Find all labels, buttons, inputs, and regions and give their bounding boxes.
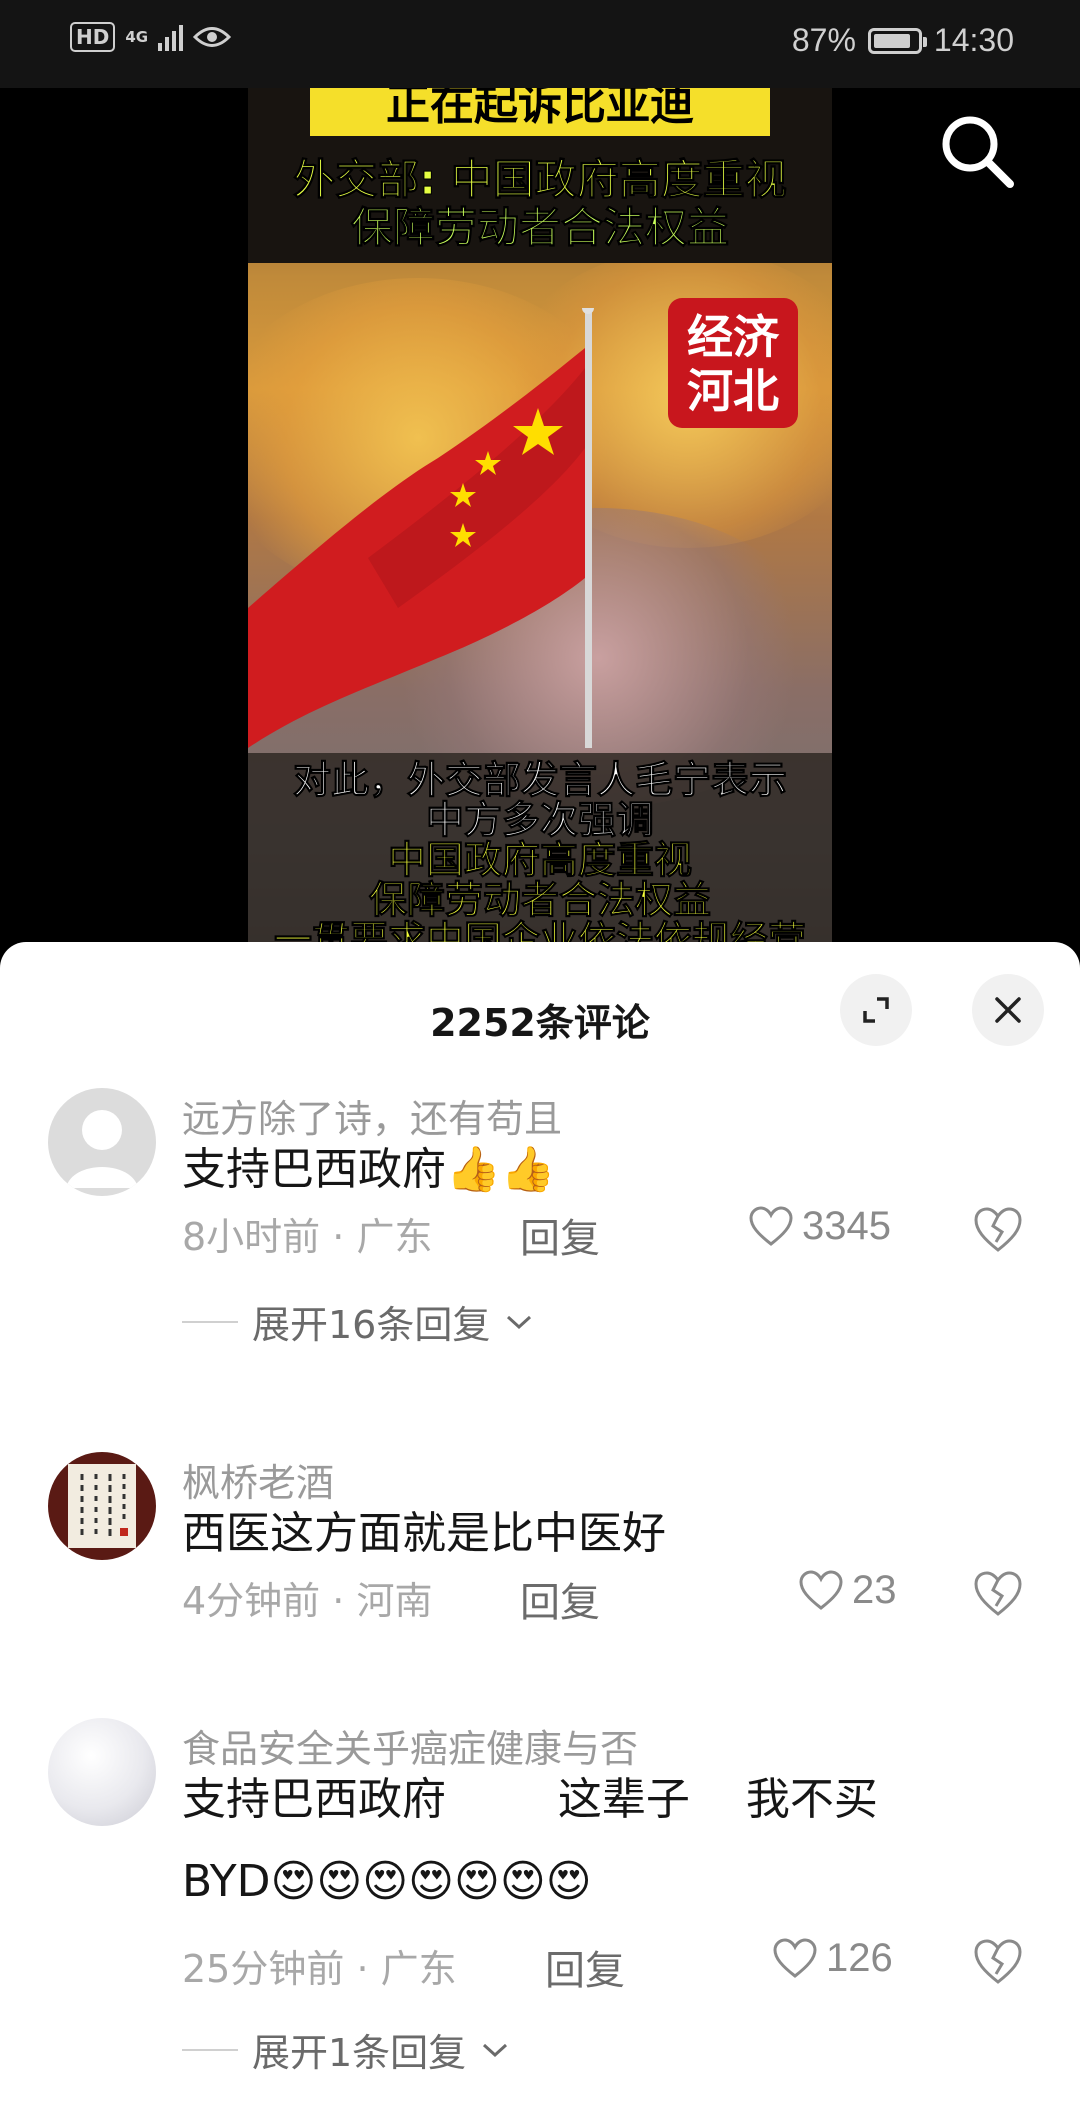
avatar[interactable] [48, 1718, 156, 1826]
battery-percent: 87% [791, 22, 856, 58]
signal-icon [158, 23, 184, 51]
reply-button[interactable]: 回复 [520, 1206, 600, 1264]
heart-icon [773, 1937, 817, 1978]
heart-icon [799, 1569, 843, 1610]
heart-eyes-emoji: 😍😍😍😍😍😍😍 [270, 1856, 592, 1907]
video-player[interactable]: 正在起诉比亚迪 外交部: 中国政府高度重视 保障劳动者合法权益 经济 河北 对此… [0, 88, 1080, 948]
comment-text-content: BYD [182, 1856, 271, 1907]
meta-separator: · [356, 1947, 381, 1991]
comment-meta: 25分钟前 · 广东 [182, 1938, 457, 1993]
comments-sheet: 2252条评论 远方除了诗，还有苟且 支持巴西政府👍👍 8小时前 · 广东 回复 [0, 942, 1080, 2106]
comment-location: 广东 [356, 1215, 433, 1259]
comment-meta: 8小时前 · 广东 [182, 1206, 432, 1261]
divider-line [182, 1320, 238, 1323]
comment-item: 食品安全关乎癌症健康与否 支持巴西政府 这辈子 我不买 BYD😍😍😍😍😍😍😍 2… [0, 1718, 1080, 2106]
like-button[interactable]: 3345 [748, 1204, 891, 1249]
comment-time: 8小时前 [182, 1215, 321, 1259]
close-icon [995, 997, 1021, 1023]
comment-item: 枫桥老酒 西医这方面就是比中医好 4分钟前 · 河南 回复 23 [0, 1452, 1080, 1692]
meta-separator: · [332, 1215, 357, 1259]
status-left: HD 4G [70, 22, 232, 52]
expand-replies-label: 展开1条回复 [252, 2031, 467, 2075]
reply-button[interactable]: 回复 [520, 1570, 600, 1628]
headline-line-1: 外交部: 中国政府高度重视 [293, 155, 787, 204]
comment-location: 广东 [380, 1947, 457, 1991]
hd-indicator: HD [70, 22, 116, 52]
caption-line-1: 对此，外交部发言人毛宁表示 [292, 758, 787, 802]
close-sheet-button[interactable] [972, 974, 1044, 1046]
broken-heart-icon[interactable] [972, 1570, 1024, 1618]
like-button[interactable]: 126 [772, 1936, 893, 1981]
expand-replies-label: 展开16条回复 [252, 1303, 491, 1347]
status-right: 87% 14:30 [792, 22, 1014, 59]
default-user-icon [66, 1110, 138, 1188]
chevron-down-icon [507, 1315, 532, 1329]
news-brand-badge: 经济 河北 [668, 298, 798, 428]
video-frame: 正在起诉比亚迪 外交部: 中国政府高度重视 保障劳动者合法权益 经济 河北 对此… [248, 88, 832, 948]
brand-badge-line-2: 河北 [687, 364, 779, 418]
caption-line-4: 保障劳动者合法权益 [368, 878, 711, 922]
expand-icon [863, 997, 889, 1023]
comment-text-line-1: 支持巴西政府 这辈子 我不买 [182, 1774, 878, 1825]
status-bar: HD 4G 87% 14:30 [0, 0, 1080, 88]
comment-text: 支持巴西政府👍👍 [182, 1130, 556, 1210]
thumbs-up-emoji: 👍👍 [446, 1144, 556, 1195]
heart-icon [749, 1205, 793, 1246]
broken-heart-icon[interactable] [972, 1206, 1024, 1254]
expand-replies-button[interactable]: 展开16条回复 [182, 1294, 534, 1349]
battery-level [873, 33, 911, 48]
comment-text-line-2: BYD😍😍😍😍😍😍😍 [182, 1842, 592, 1922]
like-count: 23 [852, 1568, 897, 1612]
comment-time: 4分钟前 [182, 1579, 321, 1623]
avatar[interactable] [48, 1452, 156, 1560]
comment-item: 远方除了诗，还有苟且 支持巴西政府👍👍 8小时前 · 广东 回复 3345 展开… [0, 1088, 1080, 1418]
expand-replies-button[interactable]: 展开1条回复 [182, 2022, 510, 2077]
search-icon[interactable] [936, 110, 1018, 192]
like-count: 3345 [802, 1204, 891, 1248]
meta-separator: · [332, 1579, 357, 1623]
expand-sheet-button[interactable] [840, 974, 912, 1046]
broken-heart-icon[interactable] [972, 1938, 1024, 1986]
comment-text: 西医这方面就是比中医好 [182, 1508, 666, 1559]
caption-line-2: 中方多次强调 [425, 798, 654, 842]
chevron-down-icon [483, 2043, 508, 2057]
comments-count-title: 2252条评论 [430, 1001, 650, 1045]
comment-location: 河南 [356, 1579, 433, 1623]
headline-line-2: 保障劳动者合法权益 [350, 203, 729, 252]
battery-icon [867, 27, 927, 54]
calligraphy-avatar-image [68, 1464, 136, 1548]
comment-text-content: 支持巴西政府 [182, 1144, 446, 1195]
eye-icon [193, 27, 232, 47]
comment-time: 25分钟前 [182, 1947, 345, 1991]
divider-line [182, 2048, 238, 2051]
caption-line-3: 中国政府高度重视 [387, 838, 692, 882]
like-button[interactable]: 23 [798, 1568, 897, 1613]
brand-badge-line-1: 经济 [687, 310, 779, 364]
comment-meta: 4分钟前 · 河南 [182, 1570, 432, 1625]
avatar[interactable] [48, 1088, 156, 1196]
top-strip-text: 正在起诉比亚迪 [310, 88, 770, 136]
like-count: 126 [826, 1936, 893, 1980]
clock: 14:30 [933, 22, 1014, 58]
network-type: 4G [125, 28, 149, 46]
reply-button[interactable]: 回复 [545, 1938, 625, 1996]
